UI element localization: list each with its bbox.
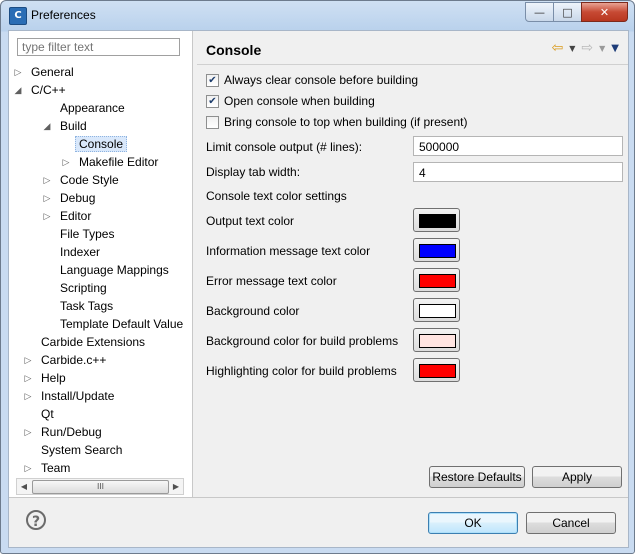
limit-output-input[interactable]: 500000	[413, 136, 623, 156]
tree-item-team[interactable]: ▷ Team	[23, 459, 71, 476]
expand-icon[interactable]: ▷	[23, 459, 33, 476]
tab-width-input[interactable]: 4	[413, 162, 623, 182]
scroll-thumb[interactable]: III	[32, 480, 169, 494]
tree-item-console[interactable]: Console	[75, 135, 128, 153]
preference-tree-panel: ▷General ◢C/C++ Appearance ◢Build Consol…	[9, 31, 193, 497]
tree-item-help[interactable]: ▷ Help	[23, 369, 66, 387]
color-swatch	[419, 304, 456, 318]
tree-item-general[interactable]: ▷ General	[13, 63, 74, 81]
color-label: Background color for build problems	[206, 334, 399, 348]
tree-item-system-search[interactable]: System Search	[41, 441, 122, 459]
forward-dropdown-icon[interactable]: ▼	[599, 44, 605, 53]
tree-item-makefile-editor[interactable]: ▷ Makefile Editor	[61, 153, 159, 171]
build-problems-background-color-button[interactable]	[413, 328, 460, 352]
tree-item-template-default-value[interactable]: Template Default Value	[60, 315, 183, 333]
help-icon[interactable]: ?	[26, 510, 46, 530]
output-text-color-button[interactable]	[413, 208, 460, 232]
color-label: Output text color	[206, 214, 295, 228]
expand-icon[interactable]: ▷	[23, 387, 33, 405]
back-dropdown-icon[interactable]: ▼	[569, 44, 575, 53]
checkbox-icon[interactable]: ✔	[206, 73, 219, 87]
preference-tree: ▷ General ◢ C/C++ Appearance ◢ Build Consol…	[9, 63, 192, 476]
close-button[interactable]: ✕	[581, 2, 628, 22]
preference-page: Console ⇦ ▼ ⇨ ▼ ▼ ✔ Always clear console …	[193, 31, 628, 497]
apply-button[interactable]: Apply	[532, 466, 622, 488]
color-label: Background color	[206, 304, 300, 318]
tree-item-install-update[interactable]: ▷ Install/Update	[23, 387, 115, 405]
scroll-left-icon[interactable]: ◀	[17, 479, 31, 494]
color-swatch	[419, 274, 456, 288]
maximize-button[interactable]: □	[553, 2, 582, 22]
bring-console-to-top-checkbox[interactable]: Bring console to top when building (if p…	[206, 113, 467, 131]
background-color-button[interactable]	[413, 298, 460, 322]
tree-item-code-style[interactable]: ▷ Code Style	[42, 171, 119, 189]
ok-button[interactable]: OK	[428, 512, 518, 534]
collapse-icon[interactable]: ◢	[42, 117, 52, 135]
minimize-button[interactable]: —	[525, 2, 554, 22]
color-label: Error message text color	[206, 274, 337, 288]
color-settings-heading: Console text color settings	[206, 189, 347, 203]
color-label: Highlighting color for build problems	[206, 364, 397, 378]
horizontal-scrollbar[interactable]: ◀ III ▶	[16, 478, 184, 495]
page-title: Console	[206, 42, 262, 58]
dialog-body: ▷General ◢C/C++ Appearance ◢Build Consol…	[8, 30, 629, 548]
expand-icon[interactable]: ▷	[23, 369, 33, 387]
cancel-button[interactable]: Cancel	[526, 512, 616, 534]
color-label: Information message text color	[206, 244, 371, 258]
back-arrow-icon[interactable]: ⇦	[552, 40, 564, 56]
tree-item-debug[interactable]: ▷ Debug	[42, 189, 96, 207]
color-swatch	[419, 334, 456, 348]
color-swatch	[419, 244, 456, 258]
tree-item-task-tags[interactable]: Task Tags	[60, 297, 113, 315]
tree-item-run-debug[interactable]: ▷ Run/Debug	[23, 423, 102, 441]
error-text-color-button[interactable]	[413, 268, 460, 292]
build-problems-highlight-color-button[interactable]	[413, 358, 460, 382]
always-clear-console-checkbox[interactable]: ✔ Always clear console before building	[206, 71, 418, 89]
color-swatch	[419, 364, 456, 378]
tree-item-build[interactable]: ◢ Build	[42, 117, 87, 135]
scroll-right-icon[interactable]: ▶	[169, 479, 183, 494]
forward-arrow-icon[interactable]: ⇨	[581, 40, 593, 56]
tree-item-carbide-extensions[interactable]: Carbide Extensions	[41, 333, 145, 351]
eclipse-c-icon: C	[9, 7, 27, 25]
restore-defaults-button[interactable]: Restore Defaults	[429, 466, 525, 488]
expand-icon[interactable]: ▷	[23, 351, 33, 369]
tree-item-indexer[interactable]: Indexer	[60, 243, 100, 261]
expand-icon[interactable]: ▷	[13, 63, 23, 81]
expand-icon[interactable]: ▷	[42, 171, 52, 189]
checkbox-icon[interactable]	[206, 115, 219, 129]
tree-item-scripting[interactable]: Scripting	[60, 279, 107, 297]
filter-input[interactable]	[17, 38, 180, 56]
preferences-window: C Preferences — □ ✕ ▷General ◢C/C++ Appe…	[0, 0, 635, 554]
tree-item-editor[interactable]: ▷ Editor	[42, 207, 92, 225]
checkbox-icon[interactable]: ✔	[206, 94, 219, 108]
tab-width-label: Display tab width:	[206, 165, 301, 179]
tree-item-language-mappings[interactable]: Language Mappings	[60, 261, 169, 279]
view-menu-icon[interactable]: ▼	[611, 43, 619, 54]
limit-output-label: Limit console output (# lines):	[206, 140, 363, 154]
expand-icon[interactable]: ▷	[42, 207, 52, 225]
title-bar[interactable]: C Preferences — □ ✕	[1, 1, 634, 30]
color-swatch	[419, 214, 456, 228]
footer-separator	[9, 497, 628, 498]
page-nav-toolbar: ⇦ ▼ ⇨ ▼ ▼	[552, 40, 619, 56]
expand-icon[interactable]: ▷	[23, 423, 33, 441]
expand-icon[interactable]: ▷	[61, 153, 71, 171]
tree-item-carbide-cpp[interactable]: ▷ Carbide.c++	[23, 351, 107, 369]
tree-item-file-types[interactable]: File Types	[60, 225, 114, 243]
tree-item-appearance[interactable]: Appearance	[60, 99, 125, 117]
tree-item-cpp[interactable]: ◢ C/C++	[13, 81, 66, 99]
tree-item-qt[interactable]: Qt	[41, 405, 54, 423]
window-title: Preferences	[31, 8, 96, 22]
open-console-checkbox[interactable]: ✔ Open console when building	[206, 92, 375, 110]
collapse-icon[interactable]: ◢	[13, 81, 23, 99]
expand-icon[interactable]: ▷	[42, 189, 52, 207]
title-separator	[197, 64, 628, 65]
information-text-color-button[interactable]	[413, 238, 460, 262]
